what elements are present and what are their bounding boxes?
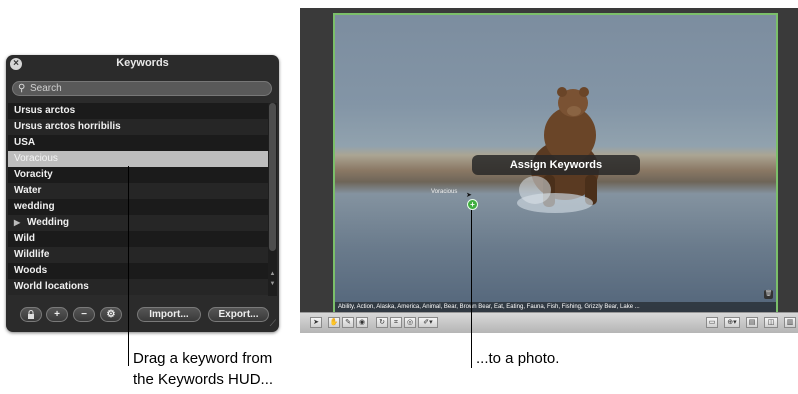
scroll-down-icon[interactable]: ▼ [269,281,276,287]
crop-tool-icon[interactable]: ⌗ [390,317,402,328]
keyword-group-item[interactable]: ▶ Wedding [8,215,270,231]
select-tool-icon[interactable]: ➤ [310,317,322,328]
rotate-tool-icon[interactable]: ↻ [376,317,388,328]
compare-view-icon[interactable]: ◫ [764,317,778,328]
brush-tool-icon[interactable]: ✐▾ [418,317,438,328]
edit-tool-icon[interactable]: ✎ [342,317,354,328]
keywords-hud: × Keywords ⚲ Ursus arctos Ursus arctos h… [6,55,279,332]
resize-grip-icon[interactable]: ⟋ [270,318,276,329]
trash-icon[interactable]: 🗑 [764,290,773,299]
scroll-up-icon[interactable]: ▲ [269,271,276,277]
keyword-item[interactable]: Water [8,183,270,199]
export-button[interactable]: Export... [208,307,269,322]
remove-icon: − [81,309,87,320]
import-button[interactable]: Import... [137,307,201,322]
add-icon: + [54,309,60,320]
keyword-item[interactable]: wedding [8,199,270,215]
keyword-item[interactable]: Ursus arctos [8,103,270,119]
keyword-list: Ursus arctos Ursus arctos horribilis USA… [8,103,270,296]
keyword-item[interactable]: Ursus arctos horribilis [8,119,270,135]
disclosure-triangle-icon[interactable]: ▶ [14,215,20,231]
gear-icon: ⚙ [106,309,116,320]
hand-tool-icon[interactable]: ✋ [328,317,340,328]
keyword-item[interactable]: Wild [8,231,270,247]
lock-icon [28,310,34,319]
right-callout-line [471,210,472,368]
keyword-item[interactable]: World locations [8,279,270,295]
bear-photo-subject [517,87,599,213]
fullscreen-icon[interactable]: ▥ [784,317,796,328]
left-callout-line [128,166,129,366]
pointer-cursor-icon: ➤ [466,192,472,199]
add-keyword-button[interactable]: + [46,307,68,322]
keyword-item[interactable]: Voracity [8,167,270,183]
right-callout-text: ...to a photo. [476,350,560,367]
scrollbar-thumb[interactable] [269,103,276,251]
eye-tool-icon[interactable]: ◎ [404,317,416,328]
left-callout-line2: the Keywords HUD... [133,371,274,388]
redeye-tool-icon[interactable]: ◉ [356,317,368,328]
keyword-item-selected[interactable]: Voracious [8,151,270,167]
hud-title: Keywords [116,57,169,69]
left-callout-line1: Drag a keyword from [133,350,273,367]
remove-keyword-button[interactable]: − [73,307,95,322]
assign-keywords-overlay: Assign Keywords [472,155,640,175]
iphoto-toolbar: ➤ ✋ ✎ ◉ ↻ ⌗ ◎ ✐▾ ▭ ⊕▾ ▤ ◫ ▥ [300,312,798,333]
dragged-keyword-ghost: Voracious [431,189,458,195]
lock-button[interactable] [20,307,42,322]
view-mode-icon[interactable]: ▭ [706,317,718,328]
hud-toolbar: + − ⚙ Import... Export... [6,299,279,332]
keyword-label: Wedding [27,217,70,228]
keyword-scrollbar[interactable]: ▲ ▼ [268,103,277,296]
search-input[interactable] [30,82,260,95]
add-drop-icon: + [467,199,478,210]
info-panel-icon[interactable]: ▤ [746,317,758,328]
keyword-item[interactable]: Wildlife [8,247,270,263]
photo-viewer: Assign Keywords Voracious ➤ + 🗑 Ability,… [300,8,798,330]
keyword-item[interactable]: Woods [8,263,270,279]
zoom-menu-icon[interactable]: ⊕▾ [724,317,740,328]
keyword-settings-button[interactable]: ⚙ [100,307,122,322]
search-icon: ⚲ [18,83,26,94]
search-field[interactable]: ⚲ [12,81,272,96]
selected-photo[interactable]: Assign Keywords Voracious ➤ + 🗑 Ability,… [333,13,778,315]
keyword-item[interactable]: USA [8,135,270,151]
